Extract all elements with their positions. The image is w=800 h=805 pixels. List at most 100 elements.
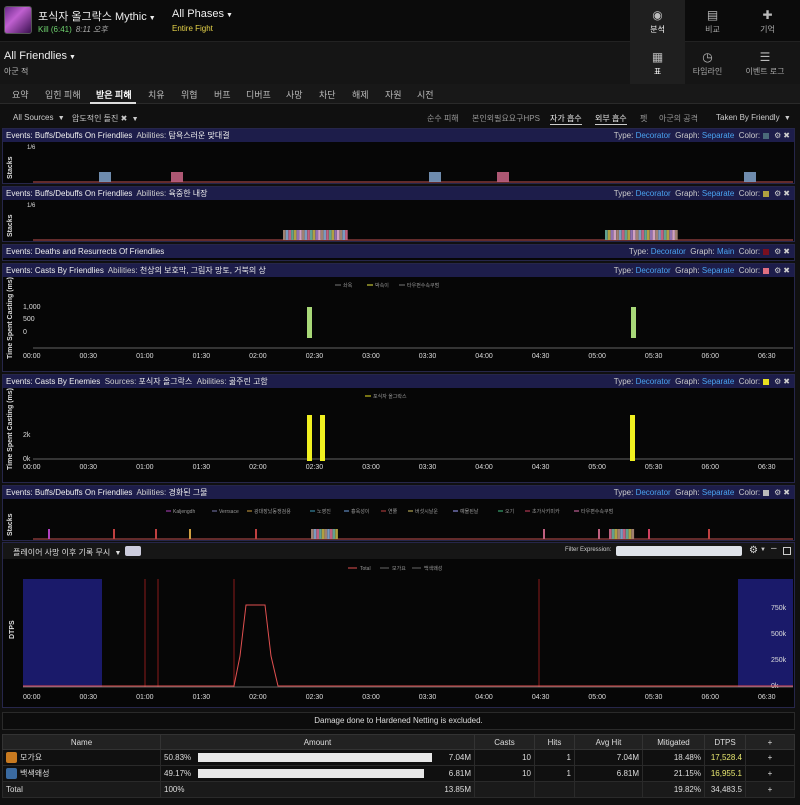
view-timeline[interactable]: ◷ 타임라인 [680,42,735,84]
mitigated: 21.15% [642,765,705,782]
col-header[interactable]: DTPS [704,734,746,750]
grid-icon: ▦ [651,50,664,64]
table-row[interactable]: 백색왜성 49.17% 6.81M 10 1 6.81M 21.15% 16,955.1 + [2,765,795,782]
debuff-marker [342,230,345,240]
col-header[interactable]: Mitigated [642,734,705,750]
tab-deaths[interactable]: 사망 [286,88,303,101]
mitigated: 18.48% [642,749,705,766]
panel-settings: Type: Decorator Graph: Main Color: ⚙ ✖ [629,245,790,258]
event-panel-0: Events: Buffs/Debuffs On Friendlies Abil… [2,128,795,184]
panel-graph[interactable]: Main [717,247,734,256]
sources-dropdown[interactable]: All Sources ▼ [13,113,65,122]
col-header[interactable]: Name [2,734,161,750]
panel-type[interactable]: Decorator [651,247,686,256]
option-external-absorb[interactable]: 외부 흡수 [595,113,627,125]
ability-dropdown[interactable]: 압도적인 돌진 ✖ ▼ [72,113,139,124]
compare-icon: ▤ [706,8,719,22]
taken-by-dropdown[interactable]: Taken By Friendly ▼ [716,113,791,122]
name-cell[interactable]: 모가요 [2,749,161,766]
debuff-marker [598,529,600,539]
option-self-absorb[interactable]: 자가 흡수 [550,113,582,125]
debuff-marker [611,529,615,539]
amount-value: 6.81M [448,768,471,778]
x-tick: 06:00 [701,694,719,701]
buff-marker [429,172,441,182]
col-header[interactable]: Hits [534,734,575,750]
expand-button[interactable]: + [745,765,795,782]
col-header[interactable]: Casts [474,734,535,750]
dtps-chart-panel: 플레이어 사망 이후 기록 무시 ▼ Filter Expression: ⚙ … [2,542,795,708]
name-cell[interactable]: 백색왜성 [2,765,161,782]
nav-memory[interactable]: ✚ 기억 [740,0,795,42]
tab-dispels[interactable]: 해제 [352,88,369,101]
x-tick: 05:00 [588,464,606,471]
debuff-marker [155,529,157,539]
x-tick: 06:30 [758,464,776,471]
tab-healing[interactable]: 치유 [148,88,165,101]
event-panel-2: Events: Deaths and Resurrects Of Friendl… [2,244,795,261]
tab-resources[interactable]: 자원 [385,88,402,101]
casts: 10 [474,765,535,782]
debuff-marker [641,230,645,240]
tab-interrupts[interactable]: 차단 [319,88,336,101]
option-raw-damage[interactable]: 순수 피해 [427,113,459,124]
view-table[interactable]: ▦ 표 [630,42,685,84]
debuff-marker [345,230,348,240]
debuff-marker [605,230,608,240]
col-header[interactable]: + [745,734,795,750]
debuff-marker [312,230,316,240]
debuff-marker [307,230,310,240]
color-swatch[interactable] [763,248,770,255]
debuff-marker [326,230,329,240]
scope-selector[interactable]: All Friendlies ▼ [4,50,76,62]
chevron-down-icon: ▼ [68,54,76,61]
tab-debuffs[interactable]: 디버프 [246,88,271,101]
boss-selector[interactable]: 포식자 올그락스 Mythic ▼ [38,8,156,24]
x-tick: 00:00 [23,353,41,360]
x-tick: 01:00 [136,464,154,471]
debuff-marker [329,529,333,539]
nav-analysis[interactable]: ◉ 분석 [630,0,685,42]
expand-button[interactable]: + [745,749,795,766]
amount-bar [198,753,432,763]
x-tick: 01:30 [193,464,211,471]
chevron-down-icon: ▼ [57,115,65,122]
gear-icon[interactable]: ⚙ [774,247,781,256]
phase-selector[interactable]: All Phases ▼ [172,8,233,20]
tab-threat[interactable]: 위협 [181,88,198,101]
option-friendly-fire[interactable]: 아군의 공격 [659,113,698,124]
debuff-marker [311,529,314,539]
view-event-log[interactable]: ☰ 이벤트 로그 [735,42,795,84]
x-tick: 06:30 [758,694,776,701]
debuff-marker [543,529,545,539]
table-row[interactable]: 모가요 50.83% 7.04M 10 1 7.04M 18.48% 17,528.4 + [2,749,795,766]
player-name: 모가요 [20,752,43,762]
debuff-marker [609,529,612,539]
expand-button[interactable]: + [745,781,795,798]
event-panel-5: Events: Buffs/Debuffs On Friendlies Abil… [2,485,795,541]
option-hps[interactable]: 본인외필요요구HPS [472,113,540,124]
tab-damage-done[interactable]: 입힌 피해 [45,88,81,101]
close-icon[interactable]: ✖ [121,114,128,123]
tab-casts[interactable]: 시전 [417,88,434,101]
avg-hit: 6.81M [574,765,643,782]
col-header[interactable]: Avg Hit [574,734,643,750]
option-pet[interactable]: 펫 [640,113,647,124]
event-chart: 포식자 올그락스 2k 0k00:00 00:30 01:00 01:30 02:00 02:… [23,393,793,471]
scope-subtitle: 아군 적 [4,67,29,76]
x-tick: 02:00 [249,353,267,360]
debuff-marker [285,230,289,240]
nav-compare[interactable]: ▤ 비교 [685,0,740,42]
tab-summary[interactable]: 요약 [12,88,29,101]
tab-buffs[interactable]: 버프 [214,88,231,101]
debuff-marker [621,230,625,240]
death-region [23,579,102,687]
close-icon[interactable]: ✖ [783,247,790,256]
tab-damage-taken[interactable]: 받은 피해 [96,88,132,101]
amount-pct: 50.83% [164,752,192,762]
debuff-marker [339,230,343,240]
y-tick: 750k [771,605,787,612]
col-header[interactable]: Amount [160,734,475,750]
amount-cell: 49.17% 6.81M [160,765,475,782]
debuff-marker [631,529,635,539]
